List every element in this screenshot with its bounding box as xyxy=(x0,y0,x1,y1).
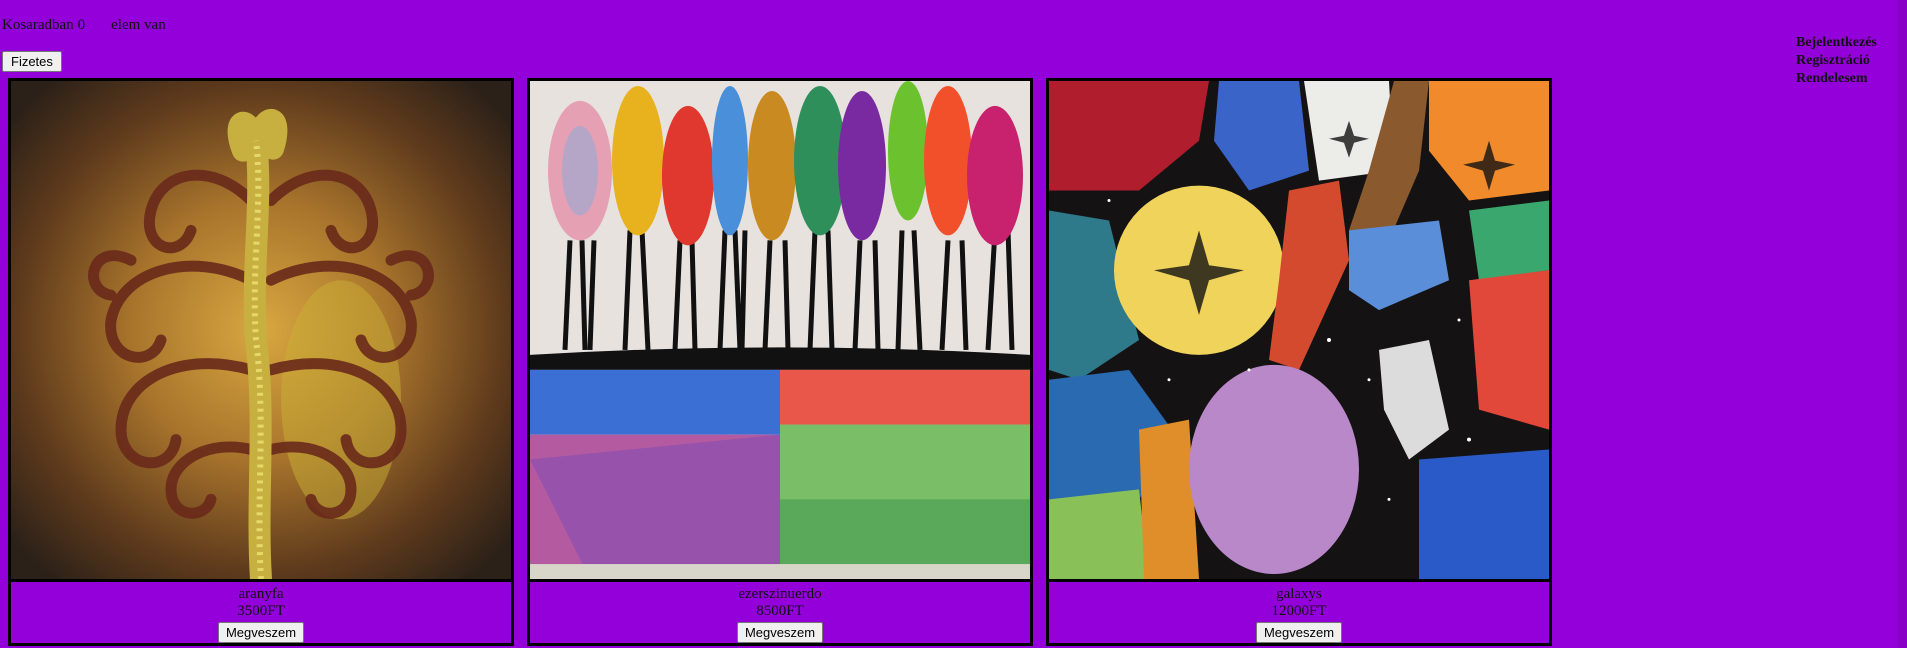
product-info: ezerszinuerdo 8500FT Megveszem xyxy=(530,582,1030,643)
product-image-ezerszinuerdo[interactable] xyxy=(530,81,1030,582)
buy-button[interactable]: Megveszem xyxy=(736,622,824,643)
buy-button[interactable]: Megveszem xyxy=(1255,622,1343,643)
product-info: galaxys 12000FT Megveszem xyxy=(1049,582,1549,643)
product-list: aranyfa 3500FT Megveszem ezerszinuerdo 8… xyxy=(8,78,1552,646)
product-card: ezerszinuerdo 8500FT Megveszem xyxy=(527,78,1033,646)
nav-register-link[interactable]: Regisztráció xyxy=(1796,52,1877,70)
page: Kosaradban 0 elem van Fizetes Bejelentkezé… xyxy=(0,0,1907,648)
product-card: aranyfa 3500FT Megveszem xyxy=(8,78,514,646)
product-price: 12000FT xyxy=(1271,603,1327,619)
product-image-aranyfa[interactable] xyxy=(11,81,511,582)
product-image-galaxys[interactable] xyxy=(1049,81,1549,582)
product-info: aranyfa 3500FT Megveszem xyxy=(11,582,511,643)
vertical-scrollbar[interactable] xyxy=(1897,0,1907,648)
product-name: galaxys xyxy=(1276,586,1322,602)
cart-status: Kosaradban 0 elem van xyxy=(2,16,166,34)
product-name: ezerszinuerdo xyxy=(738,586,822,602)
buy-button[interactable]: Megveszem xyxy=(217,622,305,643)
cart-count: 0 xyxy=(77,17,86,33)
checkout-button[interactable]: Fizetes xyxy=(2,51,62,72)
product-card: galaxys 12000FT Megveszem xyxy=(1046,78,1552,646)
cart-status-prefix: Kosaradban xyxy=(2,17,74,33)
product-name: aranyfa xyxy=(238,586,284,602)
product-price: 3500FT xyxy=(237,603,285,619)
account-nav: Bejelentkezés Regisztráció Rendelesem xyxy=(1796,34,1877,88)
nav-orders-link[interactable]: Rendelesem xyxy=(1796,70,1877,88)
nav-login-link[interactable]: Bejelentkezés xyxy=(1796,34,1877,52)
product-price: 8500FT xyxy=(756,603,804,619)
cart-status-suffix: elem van xyxy=(111,17,166,33)
